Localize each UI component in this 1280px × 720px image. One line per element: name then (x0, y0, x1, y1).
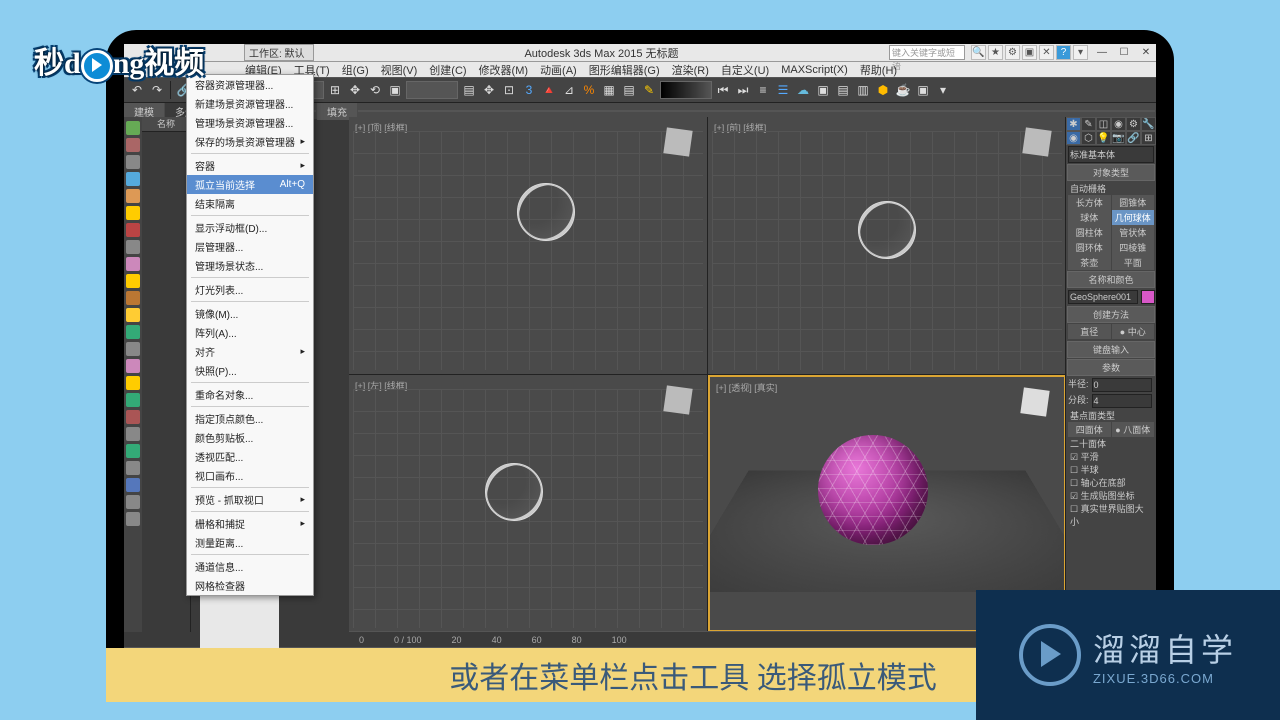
scene-explorer[interactable]: 名称 (142, 117, 191, 632)
command-panel[interactable]: ✱✎◫◉⚙🔧 ◉⬡💡📷🔗⊞ 标准基本体 对象类型 自动栅格 长方体圆锥体 球体几… (1065, 117, 1156, 632)
titlebar: 工作区: 默认 Autodesk 3ds Max 2015 无标题 键入关键字或… (124, 44, 1156, 62)
menu-item[interactable]: 阵列(A)... (187, 323, 313, 342)
tools-context-menu[interactable]: 容器资源管理器...新建场景资源管理器...管理场景资源管理器...保存的场景资… (186, 74, 314, 596)
viewport-top: [+] [顶] [线框] (349, 117, 707, 374)
menu-item[interactable]: 对齐 (187, 342, 313, 361)
viewport-front: [+] [前] [线框] (708, 117, 1066, 374)
redo-icon: ↷ (148, 81, 166, 99)
left-icon-bar[interactable] (124, 117, 143, 632)
menu-item[interactable]: 重命名对象... (187, 385, 313, 404)
menu-item[interactable]: 测量距离... (187, 533, 313, 552)
wireframe-sphere (517, 183, 575, 241)
menu-item[interactable]: 管理场景资源管理器... (187, 113, 313, 132)
menu-item[interactable]: 新建场景资源管理器... (187, 94, 313, 113)
menu-item[interactable]: 镜像(M)... (187, 304, 313, 323)
menu-item[interactable]: 网格检查器 (187, 576, 313, 595)
menu-item[interactable]: 层管理器... (187, 237, 313, 256)
menu-item[interactable]: 预览 - 抓取视口 (187, 490, 313, 509)
menu-item[interactable]: 显示浮动框(D)... (187, 218, 313, 237)
undo-icon: ↶ (128, 81, 146, 99)
viewports[interactable]: [+] [顶] [线框] [+] [前] [线框] [+] [左] [线框] [… (349, 117, 1066, 632)
app-window: 工作区: 默认 Autodesk 3ds Max 2015 无标题 键入关键字或… (124, 44, 1156, 676)
brand-watermark: 溜溜自学ZIXUE.3D66.COM (976, 590, 1280, 720)
geosphere-object (818, 435, 928, 545)
menu-item[interactable]: 栅格和捕捉 (187, 514, 313, 533)
menu-item[interactable]: 快照(P)... (187, 361, 313, 380)
close-button[interactable]: ✕ (1136, 46, 1156, 60)
menu-item[interactable]: 指定顶点颜色... (187, 409, 313, 428)
watermark-logo-1: 秒dng视频 (34, 38, 204, 82)
timeline[interactable]: 00 / 10020 406080100 (349, 631, 1066, 648)
title-icons: 🔍★⚙▣✕?▾ (971, 45, 1088, 60)
menu-item[interactable]: 管理场景状态... (187, 256, 313, 275)
color-swatch (1141, 290, 1155, 304)
menu-item[interactable]: 孤立当前选择Alt+Q (187, 175, 313, 194)
maximize-button[interactable]: ☐ (1114, 46, 1134, 60)
help-search[interactable]: 键入关键字或短语 (889, 45, 965, 60)
menu-item[interactable]: 保存的场景资源管理器 (187, 132, 313, 151)
move-icon: ✥ (346, 81, 364, 99)
menu-item[interactable]: 灯光列表... (187, 280, 313, 299)
workspace-combo[interactable]: 工作区: 默认 (244, 44, 314, 61)
window-title: Autodesk 3ds Max 2015 无标题 (314, 45, 889, 61)
menu-item[interactable]: 结束隔离 (187, 194, 313, 213)
menu-item[interactable]: 通道信息... (187, 557, 313, 576)
menu-item[interactable]: 视口画布... (187, 466, 313, 485)
play-icon (81, 50, 113, 82)
menu-item[interactable]: 容器 (187, 156, 313, 175)
menu-item[interactable]: 透视匹配... (187, 447, 313, 466)
scale-icon: ▣ (386, 81, 404, 99)
viewport-left: [+] [左] [线框] (349, 375, 707, 632)
rotate-icon: ⟲ (366, 81, 384, 99)
minimize-button[interactable]: — (1092, 46, 1112, 60)
window-buttons: — ☐ ✕ (1092, 46, 1156, 60)
play-icon (1019, 624, 1081, 686)
menu-item[interactable]: 颜色剪贴板... (187, 428, 313, 447)
menu-item[interactable]: 容器资源管理器... (187, 75, 313, 94)
viewcube-icon (663, 127, 692, 156)
material-slot (660, 81, 712, 99)
